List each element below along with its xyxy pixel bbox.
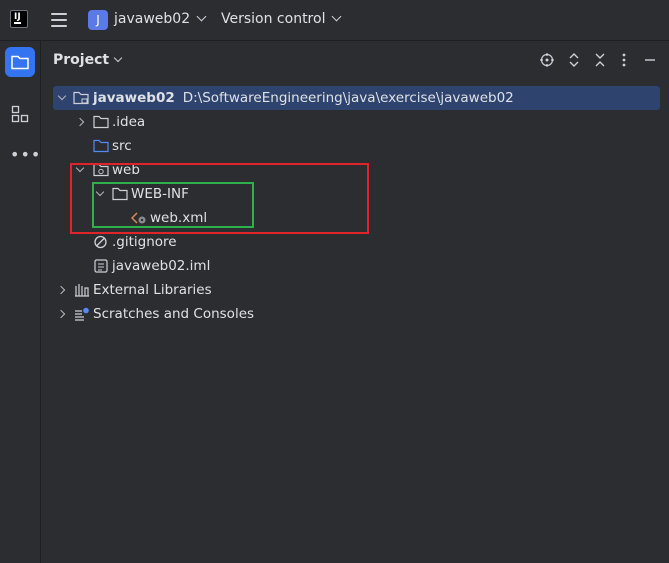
panel-title[interactable]: Project [53, 52, 123, 68]
folder-icon [93, 115, 109, 129]
highlight-box-green [92, 182, 254, 228]
source-folder-icon [93, 139, 109, 153]
version-control-menu[interactable]: Version control [221, 11, 342, 27]
project-selector[interactable]: javaweb02 [114, 11, 207, 27]
root-path: D:\SoftwareEngineering\java\exercise\jav… [182, 90, 514, 106]
options-icon[interactable] [622, 53, 626, 71]
tree-row-idea[interactable]: .idea [53, 110, 661, 134]
structure-icon [11, 105, 29, 123]
module-folder-icon [73, 91, 89, 105]
chevron-right-icon[interactable] [56, 278, 68, 302]
tree-row-scratches[interactable]: Scratches and Consoles [53, 302, 661, 326]
minimize-icon[interactable] [644, 53, 656, 71]
hamburger-icon[interactable] [51, 13, 67, 27]
expand-all-icon[interactable] [568, 53, 580, 71]
tree-row-iml[interactable]: javaweb02.iml [53, 254, 661, 278]
project-tool-button[interactable] [5, 47, 35, 77]
gitignore-icon [94, 235, 107, 249]
tool-window-strip: ••• [0, 41, 41, 563]
structure-tool-button[interactable] [11, 105, 29, 127]
chevron-down-icon [332, 11, 342, 22]
more-icon[interactable]: ••• [10, 145, 41, 164]
root-name: javaweb02 [93, 90, 175, 106]
intellij-logo-icon[interactable]: IJ [10, 10, 28, 28]
title-bar: IJ J javaweb02 Version control [0, 0, 669, 41]
chevron-down-icon [113, 53, 123, 63]
chevron-down-icon [196, 11, 207, 22]
scratches-icon [75, 307, 89, 321]
chevron-right-icon[interactable] [75, 110, 87, 134]
library-icon [75, 284, 89, 297]
tree-row-root[interactable]: javaweb02 D:\SoftwareEngineering\java\exe… [53, 86, 660, 110]
chevron-right-icon[interactable] [56, 302, 68, 326]
chevron-down-icon[interactable] [57, 86, 69, 110]
project-badge[interactable]: J [88, 10, 108, 30]
tree-row-src[interactable]: src [53, 134, 661, 158]
collapse-all-icon[interactable] [594, 53, 606, 71]
tree-row-external-libraries[interactable]: External Libraries [53, 278, 661, 302]
project-name: javaweb02 [114, 11, 191, 27]
iml-file-icon [94, 259, 108, 273]
version-control-label: Version control [221, 11, 326, 27]
locate-icon[interactable] [540, 53, 554, 71]
folder-icon [11, 55, 29, 70]
